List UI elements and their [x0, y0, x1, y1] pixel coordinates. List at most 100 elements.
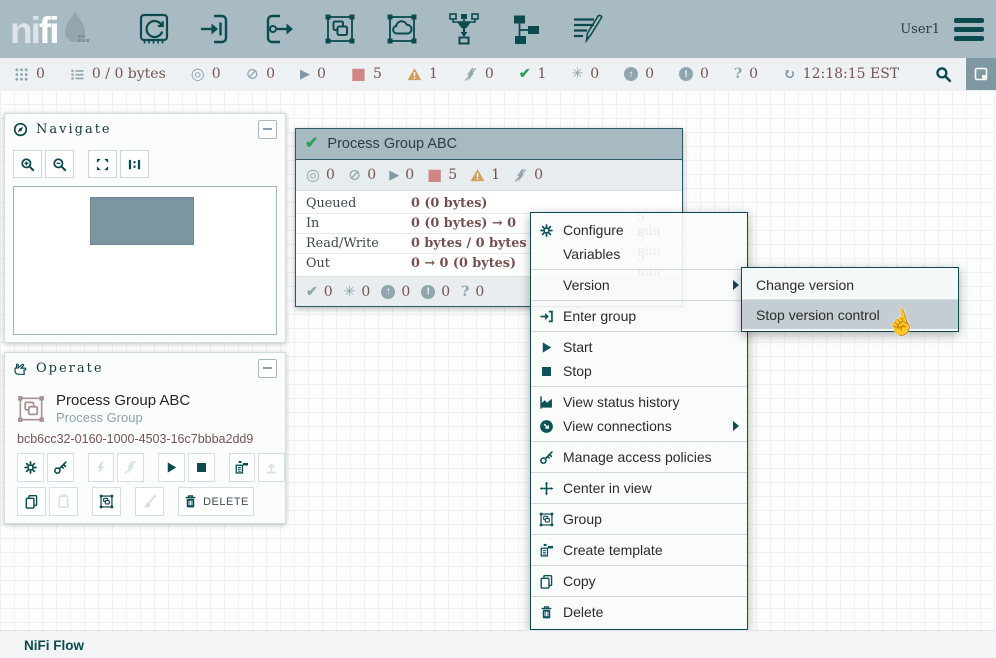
zoom-out-button[interactable]: [45, 150, 74, 178]
menu-item-view-connections[interactable]: View connections: [531, 414, 747, 438]
disabled-icon: [463, 67, 478, 82]
count-value: 1: [429, 66, 438, 82]
trash-icon: [539, 605, 563, 620]
locally-modified-count: ✳ 0: [571, 66, 599, 82]
current-user-label: User1: [900, 22, 940, 37]
delete-button[interactable]: DELETE: [178, 487, 254, 516]
paste-button[interactable]: [49, 487, 78, 516]
output-port-icon[interactable]: [260, 11, 296, 47]
stale-count: ↑ 0: [624, 66, 654, 82]
menu-item-configure[interactable]: Configure: [531, 218, 747, 242]
refresh-icon[interactable]: ↻: [783, 67, 796, 82]
metric-row-queued: Queued 0 (0 bytes): [296, 194, 682, 213]
up-to-date-icon: ✔: [519, 67, 531, 81]
menu-item-create-template[interactable]: Create template: [531, 538, 747, 562]
create-template-button[interactable]: [229, 453, 256, 482]
menu-item-delete[interactable]: Delete: [531, 600, 747, 624]
breadcrumb[interactable]: NiFi Flow: [24, 638, 84, 653]
label-icon[interactable]: [570, 11, 606, 47]
sync-failure-icon: !: [679, 67, 693, 81]
zoom-actual-size-button[interactable]: [120, 150, 149, 178]
collapse-operate-button[interactable]: [258, 359, 277, 378]
locally-modified-icon: ✳: [571, 67, 583, 81]
collapse-navigate-button[interactable]: [258, 120, 277, 139]
fill-color-button[interactable]: [135, 487, 164, 516]
flow-canvas[interactable]: ✔ Process Group ABC ◎0 ⊘0 ▶0 ■5 1 0 Queu…: [0, 90, 996, 630]
count-value: 0 / 0 bytes: [92, 66, 166, 82]
template-icon[interactable]: [508, 11, 544, 47]
status-history-icon: [539, 395, 563, 410]
submenu-item-stop-version-control[interactable]: Stop version control: [742, 299, 958, 329]
selected-component-type: Process Group: [56, 410, 190, 425]
menu-item-center-in-view[interactable]: Center in view: [531, 476, 747, 500]
bulletin-board-icon[interactable]: [966, 58, 996, 90]
running-icon: ▶: [300, 68, 310, 81]
transmitting-icon: ◎: [306, 167, 320, 183]
process-group-icon[interactable]: [322, 11, 358, 47]
active-threads-count: 0: [14, 66, 45, 82]
count-value: 0: [700, 66, 709, 82]
stopped-icon: ■: [427, 167, 442, 183]
selected-component-id: bcb6cc32-0160-1000-4503-16c7bbba2dd9: [17, 432, 285, 446]
menu-item-manage-access-policies[interactable]: Manage access policies: [531, 445, 747, 469]
last-refresh[interactable]: ↻ 12:18:15 EST: [783, 66, 899, 82]
sync-failure-icon: !: [421, 285, 435, 299]
count-value: 0: [212, 66, 221, 82]
not-transmitting-count: ⊘ 0: [246, 66, 275, 82]
start-button[interactable]: [158, 453, 185, 482]
navigate-title: Navigate: [36, 122, 112, 137]
disable-button[interactable]: [117, 453, 144, 482]
menu-item-copy[interactable]: Copy: [531, 569, 747, 593]
submenu-item-change-version[interactable]: Change version: [742, 270, 958, 299]
count-value: 0: [749, 66, 758, 82]
process-group-icon: [15, 393, 47, 425]
configuration-button[interactable]: [17, 453, 44, 482]
zoom-fit-button[interactable]: [88, 150, 117, 178]
enter-group-icon: [539, 309, 563, 324]
delete-button-label: DELETE: [203, 496, 249, 508]
access-policies-button[interactable]: [47, 453, 74, 482]
menu-item-stop[interactable]: Stop: [531, 359, 747, 383]
menu-item-group[interactable]: Group: [531, 507, 747, 531]
process-group-stats-row: ◎0 ⊘0 ▶0 ■5 1 0: [296, 160, 682, 191]
upload-template-button[interactable]: [258, 453, 285, 482]
status-bar: 0 0 / 0 bytes ◎ 0 ⊘ 0 ▶ 0 ■ 5 1 0 ✔ 1 ✳ …: [0, 58, 996, 91]
minimap-viewport-rect[interactable]: [90, 197, 194, 245]
birdseye-minimap[interactable]: [13, 186, 277, 335]
stopped-count: ■ 5: [351, 66, 382, 82]
unversioned-icon: ?: [734, 66, 742, 82]
group-button[interactable]: [92, 487, 121, 516]
group-icon: [539, 512, 563, 527]
selected-component-summary: Process Group ABC Process Group: [15, 392, 277, 425]
menu-item-start[interactable]: Start: [531, 335, 747, 359]
global-menu-button[interactable]: [954, 18, 984, 41]
menu-item-variables[interactable]: Variables: [531, 242, 747, 266]
menu-item-view-status-history[interactable]: View status history: [531, 390, 747, 414]
refresh-time: 12:18:15 EST: [803, 66, 899, 82]
not-transmitting-icon: ⊘: [246, 66, 259, 82]
processor-icon[interactable]: [136, 11, 172, 47]
connections-icon: [539, 419, 563, 434]
stop-icon: [539, 364, 563, 379]
transmitting-count: ◎ 0: [191, 66, 221, 82]
menu-item-enter-group[interactable]: Enter group: [531, 304, 747, 328]
remote-process-group-icon[interactable]: [384, 11, 420, 47]
menu-item-version[interactable]: Version: [531, 273, 747, 297]
operate-title: Operate: [36, 361, 104, 376]
sync-failure-count: ! 0: [679, 66, 709, 82]
input-port-icon[interactable]: [198, 11, 234, 47]
nifi-logo: nifi: [10, 9, 92, 49]
transmitting-icon: ◎: [191, 66, 205, 82]
stop-button[interactable]: [188, 453, 215, 482]
not-transmitting-icon: ⊘: [348, 167, 361, 183]
copy-button[interactable]: [17, 487, 46, 516]
stale-icon: ↑: [381, 285, 395, 299]
queued-icon: [70, 67, 85, 82]
enable-button[interactable]: [88, 453, 115, 482]
component-toolbar: [136, 11, 606, 47]
count-value: 0: [317, 66, 326, 82]
funnel-icon[interactable]: [446, 11, 482, 47]
search-icon[interactable]: [935, 66, 952, 83]
process-group-header[interactable]: ✔ Process Group ABC: [296, 129, 682, 160]
zoom-in-button[interactable]: [13, 150, 42, 178]
